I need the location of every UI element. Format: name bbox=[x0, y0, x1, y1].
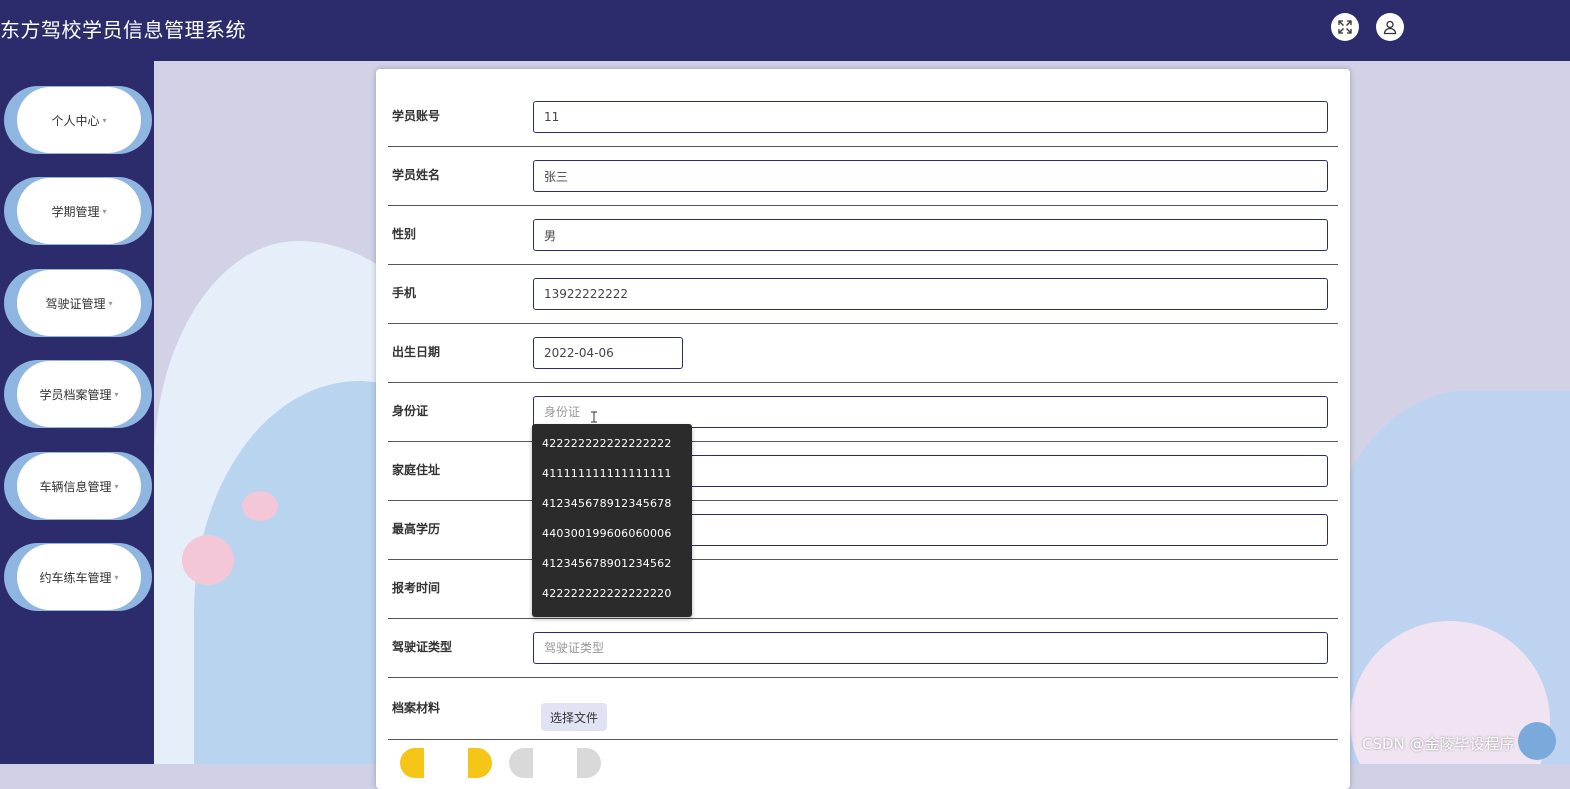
button-inner bbox=[424, 748, 468, 778]
menu-item-pill[interactable]: 学员档案管理 ▾ bbox=[17, 361, 141, 427]
chevron-down-icon: ▾ bbox=[102, 206, 107, 216]
sidebar-item-personal-center[interactable]: 个人中心 ▾ bbox=[4, 86, 152, 154]
fullscreen-icon bbox=[1338, 20, 1352, 34]
chevron-down-icon: ▾ bbox=[102, 115, 107, 125]
form-row-account: 学员账号 bbox=[388, 87, 1338, 147]
phone-input[interactable] bbox=[533, 278, 1328, 310]
menu-item-pill[interactable]: 车辆信息管理 ▾ bbox=[17, 453, 141, 519]
form-row-address: 家庭住址 bbox=[388, 441, 1338, 501]
form-row-name: 学员姓名 bbox=[388, 146, 1338, 206]
field-label: 学员姓名 bbox=[392, 168, 441, 182]
field-label: 性别 bbox=[392, 227, 417, 241]
fullscreen-button[interactable] bbox=[1331, 13, 1359, 41]
menu-item-pill[interactable]: 个人中心 ▾ bbox=[17, 87, 141, 153]
gender-input[interactable] bbox=[533, 219, 1328, 251]
field-label: 最高学历 bbox=[392, 522, 441, 536]
form-row-archive: 档案材料 选择文件 bbox=[388, 677, 1338, 740]
chevron-down-icon: ▾ bbox=[114, 389, 119, 399]
field-label: 身份证 bbox=[392, 404, 429, 418]
account-input[interactable] bbox=[533, 101, 1328, 133]
sidebar-item-label: 学期管理 bbox=[51, 204, 100, 219]
flower-decoration bbox=[242, 491, 278, 521]
submit-button[interactable] bbox=[400, 748, 492, 778]
corner-decoration bbox=[1518, 722, 1556, 760]
autocomplete-option[interactable]: 411111111111111111 bbox=[542, 467, 672, 480]
top-header: 东方驾校学员信息管理系统 bbox=[0, 0, 1570, 61]
user-button[interactable] bbox=[1376, 13, 1404, 41]
sidebar-item-label: 个人中心 bbox=[51, 113, 100, 128]
sidebar-item-label: 车辆信息管理 bbox=[39, 479, 112, 494]
reset-button[interactable] bbox=[509, 748, 601, 778]
app-title: 东方驾校学员信息管理系统 bbox=[0, 18, 246, 42]
form-row-phone: 手机 bbox=[388, 264, 1338, 324]
form-row-exam-time: 报考时间 bbox=[388, 559, 1338, 619]
sidebar-item-vehicle-info[interactable]: 车辆信息管理 ▾ bbox=[4, 452, 152, 520]
field-label: 档案材料 bbox=[392, 701, 441, 715]
autocomplete-option[interactable]: 412345678912345678 bbox=[542, 497, 672, 510]
birthdate-input[interactable] bbox=[533, 337, 683, 369]
chevron-down-icon: ▾ bbox=[114, 572, 119, 582]
field-label: 学员账号 bbox=[392, 109, 441, 123]
text-cursor-icon bbox=[590, 411, 598, 426]
id-card-autocomplete: 422222222222222222 411111111111111111 41… bbox=[532, 424, 692, 617]
user-icon bbox=[1383, 20, 1397, 35]
autocomplete-option[interactable]: 422222222222222220 bbox=[542, 587, 672, 600]
sidebar-item-term-management[interactable]: 学期管理 ▾ bbox=[4, 177, 152, 245]
flower-decoration bbox=[182, 535, 234, 585]
sidebar-item-label: 学员档案管理 bbox=[39, 387, 112, 402]
menu-item-pill[interactable]: 学期管理 ▾ bbox=[17, 178, 141, 244]
sidebar-item-license-management[interactable]: 驾驶证管理 ▾ bbox=[4, 269, 152, 337]
sidebar-item-label: 约车练车管理 bbox=[39, 570, 112, 585]
license-type-input[interactable] bbox=[533, 632, 1328, 664]
button-inner bbox=[533, 748, 577, 778]
form-row-education: 最高学历 bbox=[388, 500, 1338, 560]
form-row-id-card: 身份证 bbox=[388, 382, 1338, 442]
field-label: 手机 bbox=[392, 286, 417, 300]
sidebar-item-student-records[interactable]: 学员档案管理 ▾ bbox=[4, 360, 152, 428]
autocomplete-option[interactable]: 422222222222222222 bbox=[542, 437, 672, 450]
student-form: 学员账号 学员姓名 性别 手机 出生日期 身份证 家庭住址 最高学历 报考时间 … bbox=[376, 69, 1350, 789]
chevron-down-icon: ▾ bbox=[114, 481, 119, 491]
field-label: 报考时间 bbox=[392, 581, 441, 595]
field-label: 出生日期 bbox=[392, 345, 441, 359]
menu-item-pill[interactable]: 驾驶证管理 ▾ bbox=[17, 270, 141, 336]
sidebar: 个人中心 ▾ 学期管理 ▾ 驾驶证管理 ▾ 学员档案管理 ▾ 车辆信息管理 ▾ bbox=[0, 61, 154, 764]
field-label: 家庭住址 bbox=[392, 463, 441, 477]
sidebar-item-label: 驾驶证管理 bbox=[45, 296, 106, 311]
sidebar-item-booking-practice[interactable]: 约车练车管理 ▾ bbox=[4, 543, 152, 611]
autocomplete-option[interactable]: 440300199606060006 bbox=[542, 527, 672, 540]
form-row-license-type: 驾驶证类型 bbox=[388, 618, 1338, 678]
name-input[interactable] bbox=[533, 160, 1328, 192]
choose-file-button[interactable]: 选择文件 bbox=[541, 703, 607, 731]
autocomplete-option[interactable]: 412345678901234562 bbox=[542, 557, 672, 570]
form-row-gender: 性别 bbox=[388, 205, 1338, 265]
form-row-birthdate: 出生日期 bbox=[388, 323, 1338, 383]
chevron-down-icon: ▾ bbox=[108, 298, 113, 308]
menu-item-pill[interactable]: 约车练车管理 ▾ bbox=[17, 544, 141, 610]
field-label: 驾驶证类型 bbox=[392, 640, 453, 654]
watermark: CSDN @金陵毕设程序 bbox=[1362, 735, 1515, 753]
